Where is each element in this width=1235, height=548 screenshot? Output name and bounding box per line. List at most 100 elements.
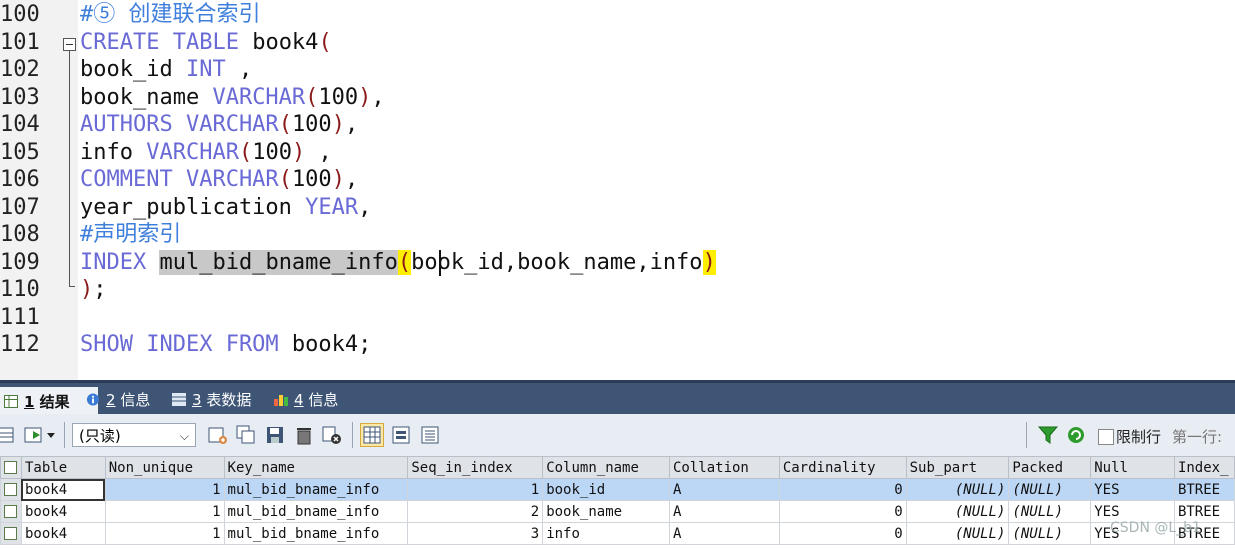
line-number: 111 <box>0 304 40 330</box>
tab-info[interactable]: 2 信息 <box>82 385 150 415</box>
watermark-text: CSDN @L_b1 <box>1110 520 1201 536</box>
tab-info-2-num: 4 <box>294 391 304 409</box>
code-line: book_id INT , <box>80 56 252 83</box>
fold-guide-line <box>69 50 70 286</box>
table-cell[interactable]: mul_bid_bname_info <box>223 522 409 545</box>
tab-info-num: 2 <box>106 391 116 409</box>
table-cell[interactable]: book4 <box>20 500 106 523</box>
export-dropdown-icon[interactable] <box>24 425 58 445</box>
select-all-checkbox[interactable] <box>0 456 22 479</box>
row-checkbox[interactable] <box>0 522 22 545</box>
code-token: ) <box>358 84 372 110</box>
table-cell[interactable]: mul_bid_bname_info <box>223 500 409 523</box>
code-token: book_name <box>80 84 213 110</box>
result-grid[interactable]: Table Non_unique Key_name Seq_in_index Colum… <box>0 456 1235 548</box>
code-token: ; <box>93 277 107 302</box>
column-header[interactable]: Sub_part <box>905 456 1010 479</box>
line-number-gutter: 100 101 102 103 104 105 106 107 108 109 110 111 112 <box>0 0 78 380</box>
code-token: , <box>371 84 385 110</box>
delete-trash-icon[interactable] <box>294 425 314 445</box>
table-cell[interactable]: book_id <box>542 478 670 501</box>
code-line: CREATE TABLE book4( <box>80 29 332 56</box>
table-cell[interactable]: YES <box>1090 478 1175 501</box>
table-cell[interactable]: 0 <box>778 522 907 545</box>
line-number: 110 <box>0 277 40 302</box>
code-token: ) <box>702 249 716 275</box>
checkbox-icon <box>4 505 17 518</box>
table-row[interactable]: book4 1 mul_bid_bname_info 1 book_id A 0 (NULL)… <box>0 478 1235 501</box>
table-cell[interactable]: info <box>542 522 670 545</box>
row-checkbox[interactable] <box>0 500 22 523</box>
refresh-icon[interactable] <box>1066 425 1086 445</box>
table-cell[interactable]: (NULL) <box>1008 478 1092 501</box>
readonly-mode-select[interactable]: (只读) ⌵ <box>72 423 196 447</box>
table-cell[interactable]: A <box>669 522 780 545</box>
form-mode-icon <box>392 426 410 444</box>
line-number: 104 <box>0 112 40 137</box>
tab-info-label: 信息 <box>115 391 151 409</box>
table-cell[interactable]: 0 <box>778 500 907 523</box>
code-line: COMMENT VARCHAR(100), <box>80 166 358 193</box>
result-grid-icon <box>4 395 18 408</box>
grid-mode-button[interactable] <box>360 423 384 447</box>
limit-rows-label: 限制行 <box>1116 428 1162 446</box>
code-token: , <box>358 194 372 220</box>
tab-info-2-label: 信息 <box>303 391 339 409</box>
insert-row-icon[interactable] <box>208 425 228 445</box>
tab-table-data[interactable]: 3 表数据 <box>168 385 251 415</box>
table-cell[interactable]: 1 <box>104 522 225 545</box>
table-cell[interactable]: 1 <box>104 478 225 501</box>
grid-view-icon[interactable] <box>0 425 16 445</box>
sql-editor[interactable]: 100 101 102 103 104 105 106 107 108 109 110 111 112 … <box>0 0 1235 380</box>
row-checkbox[interactable] <box>0 478 22 501</box>
table-cell[interactable]: (NULL) <box>905 478 1010 501</box>
limit-rows-checkbox[interactable] <box>1098 429 1114 445</box>
column-header[interactable]: Index_ <box>1173 456 1235 479</box>
table-cell[interactable]: book4 <box>20 478 106 501</box>
table-row[interactable]: book4 1 mul_bid_bname_info 2 book_name A 0 (NUL… <box>0 500 1235 523</box>
table-cell[interactable]: mul_bid_bname_info <box>223 478 409 501</box>
table-cell[interactable]: A <box>669 478 780 501</box>
code-token: ) <box>80 277 94 302</box>
line-number: 108 <box>0 222 40 247</box>
table-cell[interactable]: (NULL) <box>1008 500 1092 523</box>
table-cell[interactable]: (NULL) <box>1008 522 1092 545</box>
column-header[interactable]: Collation <box>669 456 780 479</box>
table-cell[interactable]: 2 <box>407 500 544 523</box>
table-cell[interactable]: 0 <box>778 478 907 501</box>
column-header[interactable]: Column_name <box>542 456 670 479</box>
table-cell[interactable]: 1 <box>407 478 544 501</box>
form-mode-button[interactable] <box>389 423 413 447</box>
code-token: 100 <box>291 112 332 137</box>
code-token: 100 <box>291 167 332 192</box>
table-cell[interactable]: 3 <box>407 522 544 545</box>
cancel-changes-icon[interactable] <box>322 425 342 445</box>
save-icon[interactable] <box>265 425 285 445</box>
tab-info-2[interactable]: 4 信息 <box>270 385 338 415</box>
selected-text: mul_bid_bname_info <box>159 249 398 275</box>
column-header[interactable]: Packed <box>1008 456 1092 479</box>
checkbox-icon <box>4 461 17 474</box>
table-cell[interactable]: book4 <box>20 522 106 545</box>
column-header[interactable]: Seq_in_index <box>407 456 544 479</box>
table-cell[interactable]: A <box>669 500 780 523</box>
column-header[interactable]: Key_name <box>223 456 409 479</box>
code-token: book4; <box>278 332 372 357</box>
table-cell[interactable]: BTREE <box>1173 478 1235 501</box>
column-header[interactable]: Null <box>1090 456 1175 479</box>
text-mode-button[interactable] <box>418 423 442 447</box>
column-header[interactable]: Non_unique <box>104 456 225 479</box>
table-row[interactable]: book4 1 mul_bid_bname_info 3 info A 0 (NULL) (NU… <box>0 522 1235 545</box>
table-cell[interactable]: book_name <box>542 500 670 523</box>
filter-icon[interactable] <box>1038 425 1058 445</box>
line-number: 100 <box>0 2 40 27</box>
column-header[interactable]: Table <box>20 456 106 479</box>
column-header[interactable]: Cardinality <box>778 456 907 479</box>
duplicate-row-icon[interactable] <box>236 425 256 445</box>
line-number: 112 <box>0 332 40 357</box>
table-cell[interactable]: (NULL) <box>905 500 1010 523</box>
table-cell[interactable]: (NULL) <box>905 522 1010 545</box>
table-cell[interactable]: 1 <box>104 500 225 523</box>
chevron-down-icon: ⌵ <box>179 429 189 443</box>
